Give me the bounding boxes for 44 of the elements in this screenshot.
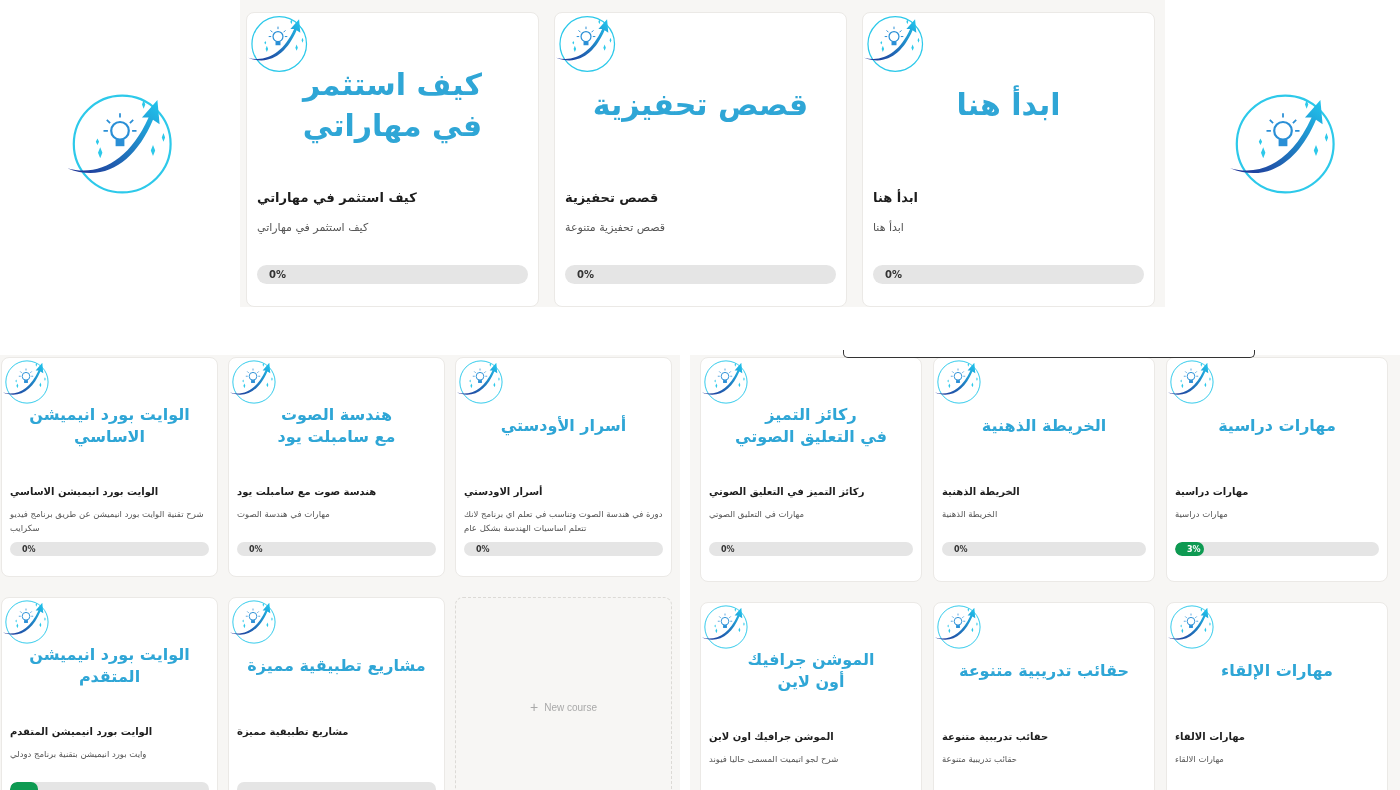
banner-title: ركائز التميز في التعليق الصوتي bbox=[734, 404, 888, 448]
banner-title: الخريطة الذهنية bbox=[980, 415, 1108, 437]
course-description: شرح تقنية الوايت بورد انيميشن عن طريق برنامج فيديو سكرايب bbox=[10, 508, 205, 535]
course-title: الوايت بورد انيميشن الاساسي bbox=[10, 486, 160, 497]
banner-title: مشاريع تطبيقية مميزة bbox=[246, 655, 427, 677]
banner-title: الوايت بورد انيميشن الاساسي bbox=[28, 404, 191, 448]
banner-title: أسرار الأودستي bbox=[499, 415, 628, 437]
course-description: وايت بورد انيميشن بتقنية برنامج دودلي bbox=[10, 748, 148, 761]
plus-icon: + bbox=[530, 699, 539, 715]
progress-label: 3% bbox=[1187, 543, 1201, 556]
banner-title: الوايت بورد انيميشن المتقدم bbox=[28, 644, 191, 688]
banner-title: هندسة الصوت مع سامبلت يود bbox=[276, 404, 397, 448]
course-title: أسرار الاودستي bbox=[464, 486, 544, 497]
course-description: مهارات الالقاء bbox=[1175, 753, 1225, 766]
course-title: مهارات دراسية bbox=[1175, 486, 1250, 497]
course-description: الخريطة الذهنية bbox=[942, 508, 999, 521]
course-description: مهارات في هندسة الصوت bbox=[237, 508, 331, 521]
course-description: قصص تحفيزية متنوعة bbox=[565, 220, 666, 236]
course-title: مهارات الالقاء bbox=[1175, 731, 1246, 742]
course-description: مهارات في التعليق الصوتي bbox=[709, 508, 806, 521]
new-course-label: New course bbox=[544, 701, 597, 713]
course-title: هندسة صوت مع سامبلت يود bbox=[237, 486, 378, 497]
course-title: حقائب تدريبية متنوعة bbox=[942, 731, 1050, 742]
banner-title: مهارات الإلقاء bbox=[1220, 660, 1334, 682]
banner-title: ابدأ هنا bbox=[955, 85, 1062, 125]
banner-title: حقائب تدريبية متنوعة bbox=[958, 660, 1130, 682]
course-title: الخريطة الذهنية bbox=[942, 486, 1021, 497]
banner-title: الموشن جرافيك أون لاين bbox=[746, 649, 876, 693]
course-description: ابدأ هنا bbox=[873, 219, 905, 236]
course-title: ابدأ هنا bbox=[873, 190, 920, 205]
course-description: مهارات دراسية bbox=[1175, 508, 1229, 521]
course-title: ركائز التميز في التعليق الصوتي bbox=[709, 486, 866, 497]
course-title: مشاريع تطبيقية مميزة bbox=[237, 726, 350, 737]
course-title: الوايت بورد انيميشن المتقدم bbox=[10, 726, 154, 737]
course-title: قصص تحفيزية bbox=[565, 190, 660, 205]
banner-title: كيف استثمر في مهاراتي bbox=[300, 66, 484, 146]
course-title: الموشن جرافيك اون لاين bbox=[709, 731, 835, 742]
course-title: كيف استثمر في مهاراتي bbox=[257, 190, 418, 205]
course-description: شرح لجو اتيميت المسمى حاليا فيوند bbox=[709, 753, 840, 766]
banner-title: مهارات دراسية bbox=[1217, 415, 1337, 437]
course-description: حقائب تدريبية متنوعة bbox=[942, 753, 1018, 766]
banner-title: قصص تحفيزية bbox=[591, 86, 810, 125]
course-description: دورة في هندسة الصوت وتناسب في تعلم اي برنامج لانك تتعلم اساسيات الهندسة بشكل عام bbox=[464, 508, 663, 535]
course-description: كيف استثمر في مهاراتي bbox=[257, 220, 370, 236]
